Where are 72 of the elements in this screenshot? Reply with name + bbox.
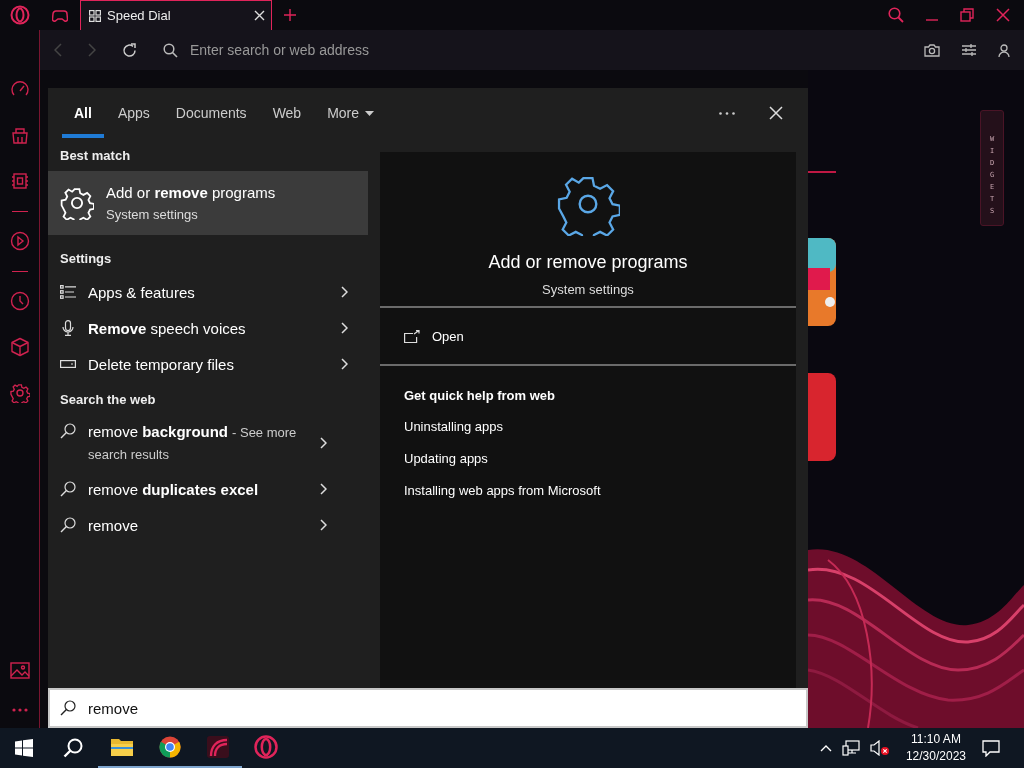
filter-tab[interactable]: Web <box>260 88 314 138</box>
help-link[interactable]: Installing web apps from Microsoft <box>404 483 601 499</box>
user-icon[interactable] <box>998 43 1010 57</box>
section-heading: Settings <box>59 250 113 268</box>
open-action[interactable]: Open <box>380 308 796 366</box>
camera-icon[interactable] <box>924 43 940 57</box>
filter-tab[interactable]: Documents <box>163 88 259 138</box>
address-field[interactable]: Enter search or web address <box>188 41 924 59</box>
settings-result[interactable]: Remove speech voices <box>48 310 368 346</box>
folder-icon <box>111 738 133 756</box>
browser-tab[interactable]: Speed Dial <box>80 0 272 30</box>
browser-logo-icon <box>159 736 181 758</box>
network-icon[interactable] <box>841 740 860 756</box>
clock-icon[interactable] <box>9 291 30 311</box>
open-external-icon <box>404 329 420 343</box>
web-result[interactable]: remove background - See more search results <box>48 415 368 471</box>
sliders-icon[interactable] <box>962 44 976 56</box>
caret-icon <box>365 110 375 116</box>
play-icon[interactable] <box>9 231 30 251</box>
grid-icon <box>89 9 101 22</box>
cube-icon[interactable] <box>9 337 30 357</box>
chevron-right-icon <box>341 322 348 334</box>
windows-start-icon[interactable] <box>15 739 33 757</box>
opera-logo-icon <box>254 735 278 759</box>
chevron-right-icon <box>320 437 327 449</box>
more-icon[interactable] <box>719 111 735 115</box>
search-icon <box>60 517 76 533</box>
settings-result[interactable]: Apps & features <box>48 274 368 310</box>
settings-result[interactable]: Delete temporary files <box>48 346 368 382</box>
chevron-right-icon <box>320 483 327 495</box>
search-field[interactable]: remove <box>48 688 808 728</box>
section-heading: Search the web <box>59 391 157 409</box>
search-icon <box>60 423 76 439</box>
chevron-up-icon[interactable] <box>819 744 832 752</box>
chip-icon[interactable] <box>9 171 30 191</box>
filter-tab[interactable]: More <box>315 88 387 138</box>
filter-tab[interactable]: All <box>62 88 104 138</box>
address-bar[interactable]: Enter search or web address <box>40 30 1024 70</box>
microphone-icon <box>60 320 76 336</box>
chevron-right-icon <box>341 286 348 298</box>
image-icon[interactable] <box>9 661 30 679</box>
help-heading: Get quick help from web <box>404 388 555 403</box>
clock-time: 11:10 AM <box>911 731 961 748</box>
opera-logo-icon[interactable] <box>10 5 30 25</box>
web-result[interactable]: remove duplicates excel <box>48 471 368 507</box>
help-link[interactable]: Updating apps <box>404 451 488 467</box>
preview-title: Add or remove programs <box>488 252 688 273</box>
list-icon <box>60 285 76 299</box>
search-icon <box>60 700 76 716</box>
drive-icon <box>60 360 76 368</box>
chevron-right-icon <box>341 358 348 370</box>
settings-icon <box>60 186 94 220</box>
search-icon[interactable] <box>63 738 83 758</box>
search-icon <box>60 481 76 497</box>
app-icon <box>207 736 229 758</box>
help-link[interactable]: Uninstalling apps <box>404 419 503 435</box>
bag-icon[interactable] <box>9 125 30 145</box>
section-heading: Best match <box>59 147 132 165</box>
search-icon[interactable] <box>163 42 178 58</box>
restore-icon[interactable] <box>960 8 974 22</box>
web-result[interactable]: remove <box>48 507 368 543</box>
reload-icon[interactable] <box>122 42 137 58</box>
clock-date: 12/30/2023 <box>905 748 966 765</box>
preview-subtitle: System settings <box>542 282 634 297</box>
notification-icon[interactable] <box>982 739 1000 757</box>
filter-tab[interactable]: Apps <box>105 88 162 138</box>
muted-speaker-icon[interactable] <box>869 740 890 756</box>
chevron-right-icon <box>320 519 327 531</box>
best-match-result[interactable]: Add or remove programs System settings <box>48 171 368 235</box>
plus-icon[interactable] <box>284 9 296 21</box>
settings-icon[interactable] <box>9 383 30 403</box>
gamepad-icon <box>52 9 68 22</box>
